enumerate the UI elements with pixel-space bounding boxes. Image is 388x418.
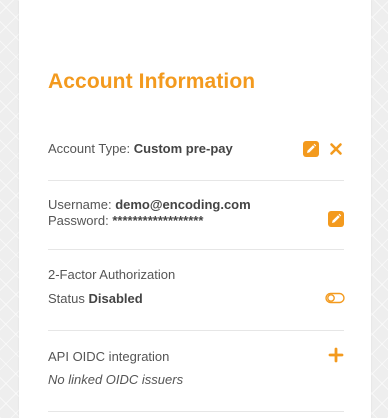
account-type-row: Account Type: Custom pre-pay <box>48 140 344 157</box>
password-row: Password: ****************** <box>48 212 344 229</box>
two-factor-toggle[interactable] <box>325 291 345 305</box>
divider <box>48 411 344 412</box>
two-factor-status-value: Disabled <box>88 291 143 306</box>
username-value: demo@encoding.com <box>115 197 251 212</box>
remove-account-type-button[interactable] <box>328 141 344 157</box>
edit-icon <box>332 213 342 223</box>
password-value: ****************** <box>112 213 204 228</box>
account-type-label: Account Type: <box>48 141 131 156</box>
two-factor-status-label: Status <box>48 291 85 306</box>
edit-credentials-button[interactable] <box>328 211 344 227</box>
account-type-value: Custom pre-pay <box>133 141 233 156</box>
username-label: Username: <box>48 197 112 212</box>
edit-icon <box>307 143 317 153</box>
plus-icon <box>328 347 344 363</box>
two-factor-title: 2-Factor Authorization <box>48 267 176 282</box>
two-factor-status-row: Status Disabled <box>48 290 344 307</box>
username-row: Username: demo@encoding.com <box>48 196 344 213</box>
oidc-empty-text: No linked OIDC issuers <box>48 372 184 387</box>
password-label: Password: <box>48 213 109 228</box>
section-title: Account Information <box>48 70 256 93</box>
oidc-title: API OIDC integration <box>48 349 170 364</box>
toggle-off-icon <box>325 292 345 304</box>
divider <box>48 180 344 181</box>
edit-account-type-button[interactable] <box>303 141 319 157</box>
add-oidc-button[interactable] <box>328 347 344 363</box>
account-information-card: Account Information Account Type: Custom… <box>19 0 371 418</box>
close-icon <box>330 143 342 155</box>
divider <box>48 330 344 331</box>
divider <box>48 249 344 250</box>
